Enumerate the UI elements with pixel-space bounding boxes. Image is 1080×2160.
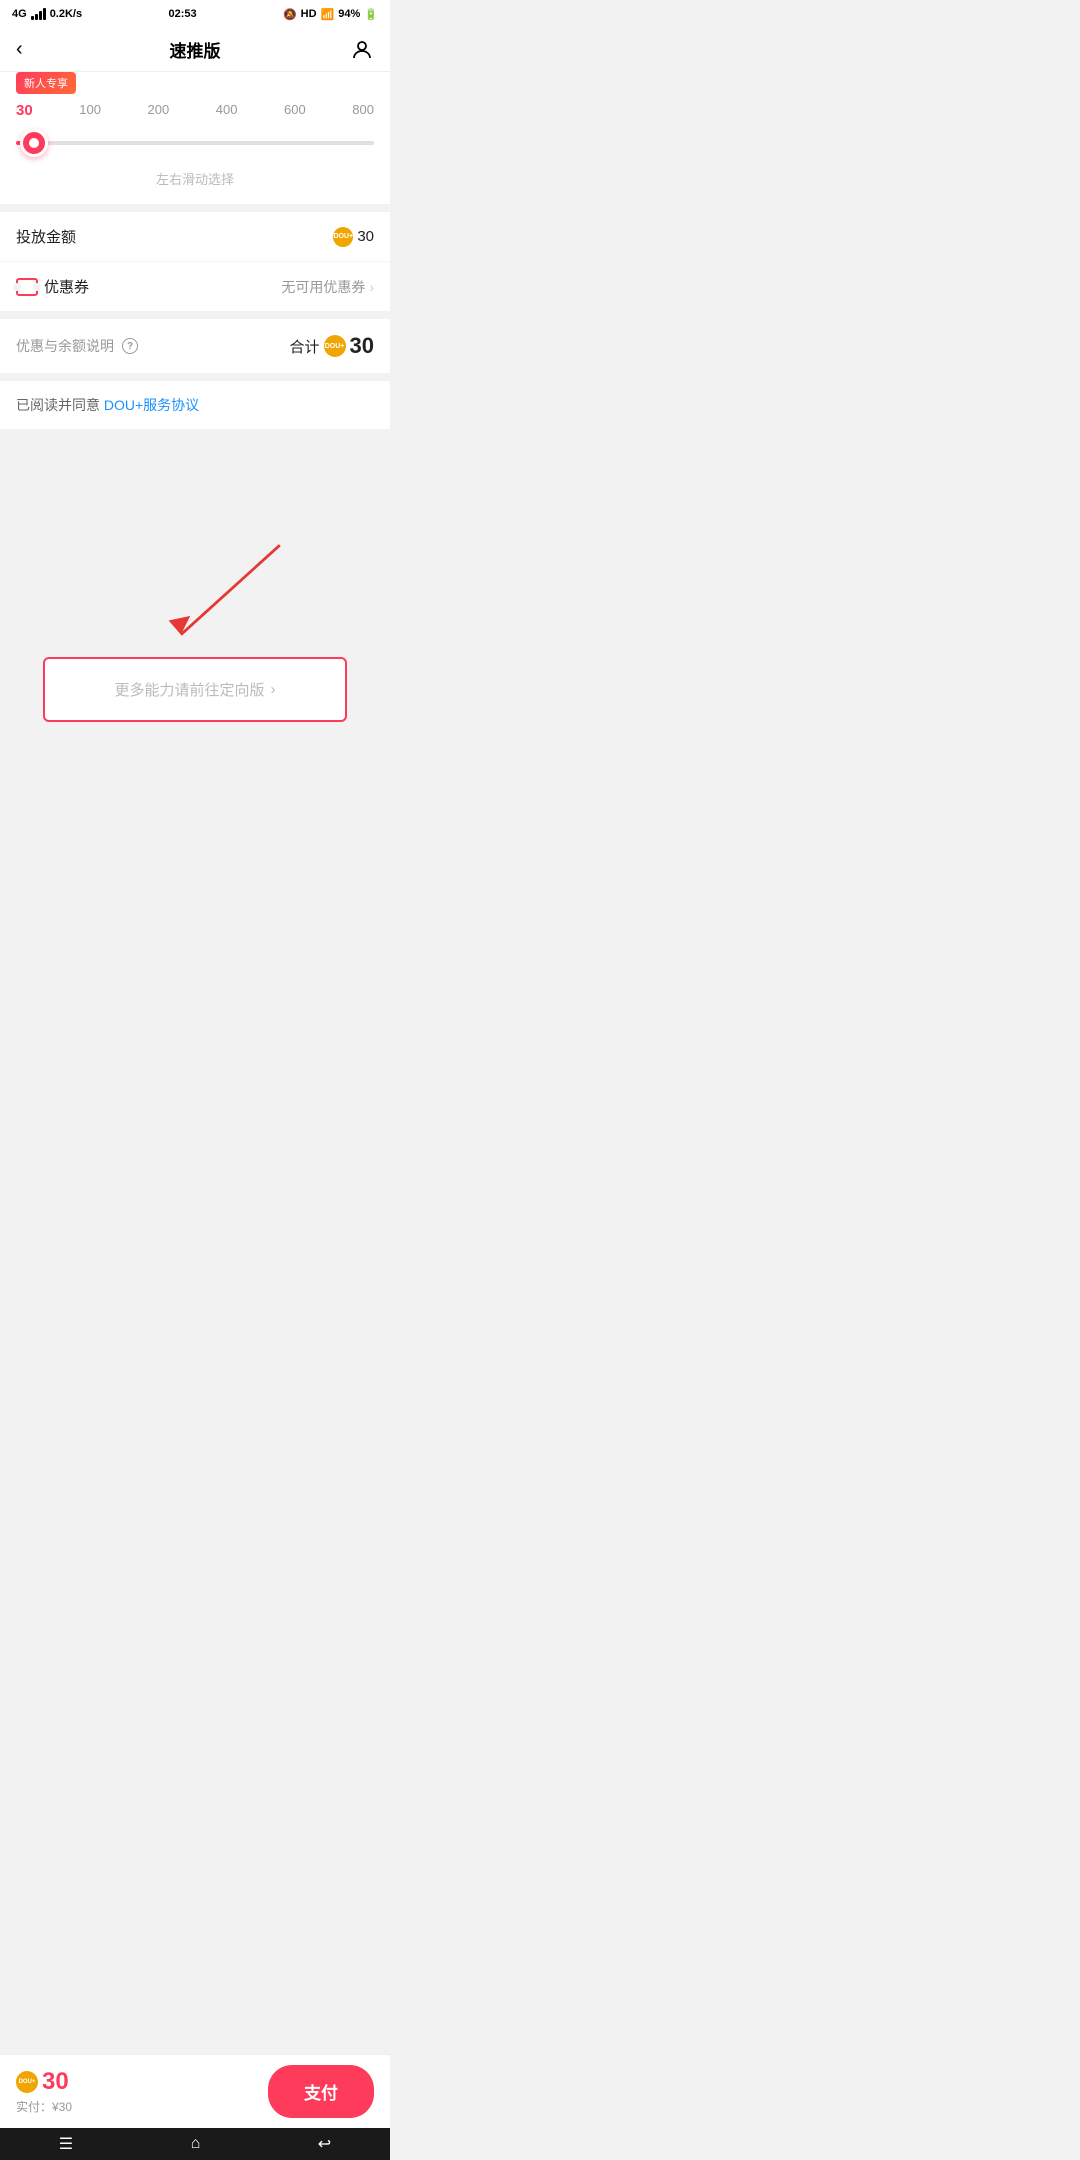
slider-label-600: 600	[284, 102, 306, 119]
user-button[interactable]	[342, 38, 374, 62]
bottom-amount: 30	[42, 2068, 69, 2096]
slider-label-30: 30	[16, 102, 33, 119]
notification-bell: 🔕	[283, 8, 297, 21]
back-button[interactable]: ‹	[16, 38, 48, 61]
system-menu-icon[interactable]: ☰	[59, 2134, 73, 2154]
signal-bar-3	[39, 11, 42, 20]
bottom-coin-badge: DOU+	[16, 2071, 38, 2093]
promo-tag: 新人专享	[16, 72, 76, 94]
battery-icon: 🔋	[364, 8, 378, 21]
hd-label: HD	[301, 8, 317, 20]
more-features-arrow-icon: ›	[271, 681, 276, 698]
summary-left: 优惠与余额说明 ?	[16, 336, 138, 356]
system-home-icon[interactable]: ⌂	[191, 2135, 201, 2153]
agreement-link[interactable]: DOU+服务协议	[104, 397, 199, 413]
annotation-area: 更多能力请前往定向版 ›	[0, 517, 390, 742]
coin-badge-amount: DOU+	[333, 227, 353, 247]
amount-label: 投放金额	[16, 226, 76, 247]
coupon-value: 无可用优惠券	[281, 277, 365, 297]
bottom-payment-bar: DOU+ 30 实付：¥30 支付	[0, 2054, 390, 2128]
coin-badge-total: DOU+	[324, 335, 346, 357]
summary-row: 优惠与余额说明 ? 合计 DOU+ 30	[16, 333, 374, 359]
discount-label: 优惠与余额说明	[16, 336, 114, 356]
middle-space	[0, 437, 390, 517]
page-title: 速推版	[170, 37, 221, 62]
slider-labels: 30 100 200 400 600 800	[16, 102, 374, 119]
more-features-button[interactable]: 更多能力请前往定向版 ›	[43, 657, 347, 722]
amount-right: DOU+ 30	[333, 227, 374, 247]
network-label: 4G	[12, 8, 27, 20]
summary-section: 优惠与余额说明 ? 合计 DOU+ 30	[0, 319, 390, 373]
nav-bar: ‹ 速推版	[0, 28, 390, 72]
coupon-label: 优惠券	[16, 276, 89, 297]
status-right: 🔕 HD 📶 94% 🔋	[283, 8, 378, 21]
coupon-icon	[16, 278, 38, 296]
coupon-chevron-icon: ›	[369, 279, 374, 295]
bottom-spacer	[0, 742, 390, 842]
slider-label-800: 800	[352, 102, 374, 119]
network-speed: 0.2K/s	[50, 8, 82, 20]
system-back-icon[interactable]: ↩	[318, 2134, 331, 2154]
agreement-section: 已阅读并同意 DOU+服务协议	[0, 381, 390, 429]
more-features-text: 更多能力请前往定向版	[114, 679, 264, 700]
status-bar: 4G 0.2K/s 02:53 🔕 HD 📶 94% 🔋	[0, 0, 390, 28]
signal-bar-4	[43, 8, 46, 20]
signal-bars	[31, 8, 46, 20]
info-section: 投放金额 DOU+ 30 优惠券 无可用优惠券 ›	[0, 212, 390, 311]
agreement-prefix: 已阅读并同意	[16, 397, 104, 413]
wifi-icon: 📶	[321, 8, 335, 21]
slider-track-bg	[16, 141, 374, 145]
bottom-coins: DOU+ 30	[16, 2068, 72, 2096]
slider-label-100: 100	[79, 102, 101, 119]
signal-bar-2	[35, 14, 38, 20]
amount-value: 30	[357, 228, 374, 245]
coupon-row[interactable]: 优惠券 无可用优惠券 ›	[0, 262, 390, 311]
help-icon[interactable]: ?	[122, 338, 138, 354]
coupon-right: 无可用优惠券 ›	[281, 277, 374, 297]
time-display: 02:53	[168, 8, 196, 20]
total-value: 30	[350, 333, 374, 359]
status-left: 4G 0.2K/s	[12, 8, 82, 20]
system-nav-bar: ☰ ⌂ ↩	[0, 2128, 390, 2160]
bottom-actual-price: 实付：¥30	[16, 2098, 72, 2115]
bottom-left: DOU+ 30 实付：¥30	[16, 2068, 72, 2115]
red-arrow-annotation	[16, 537, 374, 657]
user-icon	[350, 38, 374, 62]
slider-track[interactable]	[16, 125, 374, 161]
slider-section: 新人专享 30 100 200 400 600 800 左右滑动选择	[0, 72, 390, 204]
slider-hint: 左右滑动选择	[16, 169, 374, 188]
slider-thumb[interactable]	[20, 129, 48, 157]
signal-bar-1	[31, 16, 34, 20]
slider-label-400: 400	[216, 102, 238, 119]
battery-percent: 94%	[338, 8, 360, 20]
pay-button[interactable]: 支付	[268, 2065, 374, 2118]
amount-row: 投放金额 DOU+ 30	[0, 212, 390, 262]
summary-right: 合计 DOU+ 30	[290, 333, 375, 359]
slider-label-200: 200	[147, 102, 169, 119]
total-label: 合计	[290, 336, 320, 357]
